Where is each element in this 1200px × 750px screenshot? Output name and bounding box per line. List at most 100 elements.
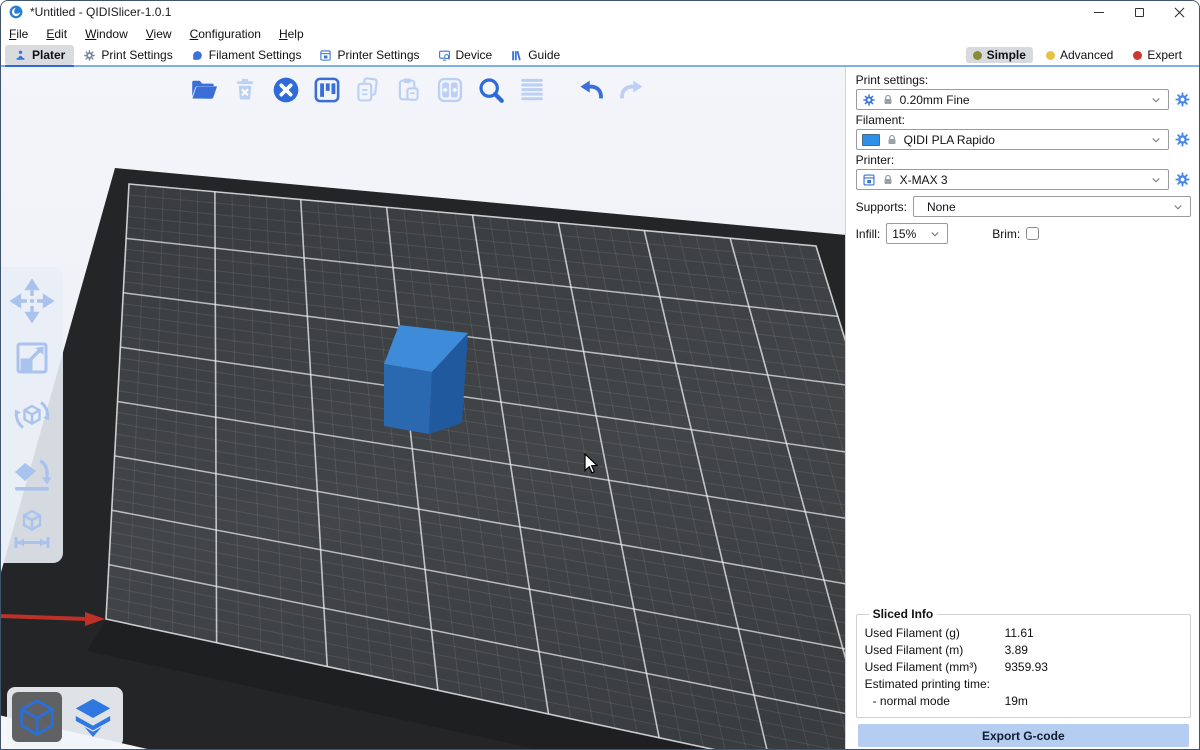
filament-value: QIDI PLA Rapido (904, 133, 1144, 147)
gear-icon (83, 49, 96, 62)
measure-button[interactable] (8, 505, 56, 553)
bed-3d-scene[interactable] (1, 67, 845, 750)
tab-print-settings[interactable]: Print Settings (74, 45, 181, 65)
minimize-icon (1094, 12, 1104, 13)
tab-plater[interactable]: Plater (5, 45, 74, 65)
viewport-3d[interactable] (1, 67, 845, 750)
maximize-button[interactable] (1119, 1, 1159, 23)
arrange-icon (312, 75, 342, 105)
si-value: 11.61 (1005, 626, 1034, 640)
view-switcher (7, 687, 123, 747)
copy-button[interactable] (351, 73, 385, 107)
close-button[interactable] (1159, 1, 1199, 23)
delete-button[interactable] (228, 73, 262, 107)
delete-icon (230, 75, 260, 105)
tab-device[interactable]: Device (429, 45, 502, 65)
undo-icon (576, 75, 606, 105)
si-label: Used Filament (m) (865, 643, 1005, 657)
menu-file[interactable]: File (9, 27, 28, 41)
chevron-down-icon (929, 228, 941, 240)
mode-expert[interactable]: Expert (1126, 47, 1189, 63)
tab-filament-settings[interactable]: Filament Settings (182, 45, 311, 65)
menu-edit[interactable]: Edit (46, 27, 67, 41)
lock-icon (882, 94, 894, 106)
si-label: - normal mode (865, 694, 1005, 708)
expert-dot-icon (1133, 51, 1142, 60)
scale-icon (10, 336, 54, 380)
split-button[interactable] (433, 73, 467, 107)
chevron-down-icon (1150, 174, 1162, 186)
sliced-info-row: Used Filament (m) 3.89 (865, 643, 1182, 657)
tab-label: Print Settings (101, 48, 172, 62)
main-toolbar (187, 73, 649, 107)
menu-view[interactable]: View (146, 27, 172, 41)
print-settings-gear-button[interactable] (1174, 91, 1191, 108)
close-icon (1174, 7, 1185, 18)
guide-icon (510, 49, 523, 62)
tab-label: Printer Settings (337, 48, 419, 62)
paste-button[interactable] (392, 73, 426, 107)
place-on-face-button[interactable] (8, 448, 56, 496)
search-button[interactable] (474, 73, 508, 107)
redo-icon (617, 75, 647, 105)
infill-combo[interactable]: 15% (886, 223, 948, 244)
mode-label: Simple (987, 48, 1026, 62)
redo-button[interactable] (615, 73, 649, 107)
supports-combo[interactable]: None (913, 196, 1191, 217)
tab-label: Filament Settings (209, 48, 302, 62)
si-label: Used Filament (mm³) (865, 660, 1005, 674)
move-button[interactable] (8, 277, 56, 325)
print-settings-combo[interactable]: 0.20mm Fine (856, 89, 1169, 110)
copy-icon (353, 75, 383, 105)
sliced-info-panel: Sliced Info Used Filament (g) 11.61 Used… (856, 607, 1191, 718)
delete-all-button[interactable] (269, 73, 303, 107)
print-settings-value: 0.20mm Fine (900, 93, 1144, 107)
app-logo-icon (9, 5, 23, 19)
filament-icon (191, 49, 204, 62)
preview-layers-icon (72, 696, 114, 738)
export-gcode-button[interactable]: Export G-code (858, 724, 1189, 747)
print-settings-label: Print settings: (856, 73, 1191, 87)
chevron-down-icon (1150, 134, 1162, 146)
delete-all-icon (271, 75, 301, 105)
printer-gear-button[interactable] (1174, 171, 1191, 188)
si-value: 9359.93 (1005, 660, 1048, 674)
filament-gear-button[interactable] (1174, 131, 1191, 148)
variable-layer-height-button[interactable] (515, 73, 549, 107)
menu-help[interactable]: Help (279, 27, 304, 41)
open-button[interactable] (187, 73, 221, 107)
editor-3d-view-icon (16, 696, 58, 738)
preview-layers-button[interactable] (68, 692, 118, 742)
supports-label: Supports: (856, 200, 907, 214)
menu-window[interactable]: Window (85, 27, 128, 41)
sliced-info-row: - normal mode 19m (865, 694, 1182, 708)
tab-guide[interactable]: Guide (501, 45, 569, 65)
window-title: *Untitled - QIDISlicer-1.0.1 (30, 5, 171, 19)
gizmo-toolbar (1, 267, 63, 563)
rotate-button[interactable] (8, 391, 56, 439)
maximize-icon (1135, 8, 1144, 17)
mode-switcher: Simple Advanced Expert (966, 47, 1199, 63)
title-bar: *Untitled - QIDISlicer-1.0.1 (1, 1, 1199, 23)
editor-3d-view-button[interactable] (12, 692, 62, 742)
move-icon (10, 279, 54, 323)
arrange-button[interactable] (310, 73, 344, 107)
filament-combo[interactable]: QIDI PLA Rapido (856, 129, 1169, 150)
measure-icon (10, 507, 54, 551)
scale-button[interactable] (8, 334, 56, 382)
chevron-down-icon (1150, 94, 1162, 106)
undo-button[interactable] (574, 73, 608, 107)
mode-simple[interactable]: Simple (966, 47, 1033, 63)
menu-configuration[interactable]: Configuration (190, 27, 261, 41)
advanced-dot-icon (1046, 51, 1055, 60)
brim-checkbox[interactable] (1026, 227, 1039, 240)
sliced-info-row: Estimated printing time: (865, 677, 1182, 691)
minimize-button[interactable] (1079, 1, 1119, 23)
lock-icon (882, 174, 894, 186)
filament-label: Filament: (856, 113, 1191, 127)
mode-advanced[interactable]: Advanced (1039, 47, 1120, 63)
tab-printer-settings[interactable]: Printer Settings (310, 45, 428, 65)
variable-layer-height-icon (517, 75, 547, 105)
supports-value: None (919, 200, 1166, 214)
printer-combo[interactable]: X-MAX 3 (856, 169, 1169, 190)
